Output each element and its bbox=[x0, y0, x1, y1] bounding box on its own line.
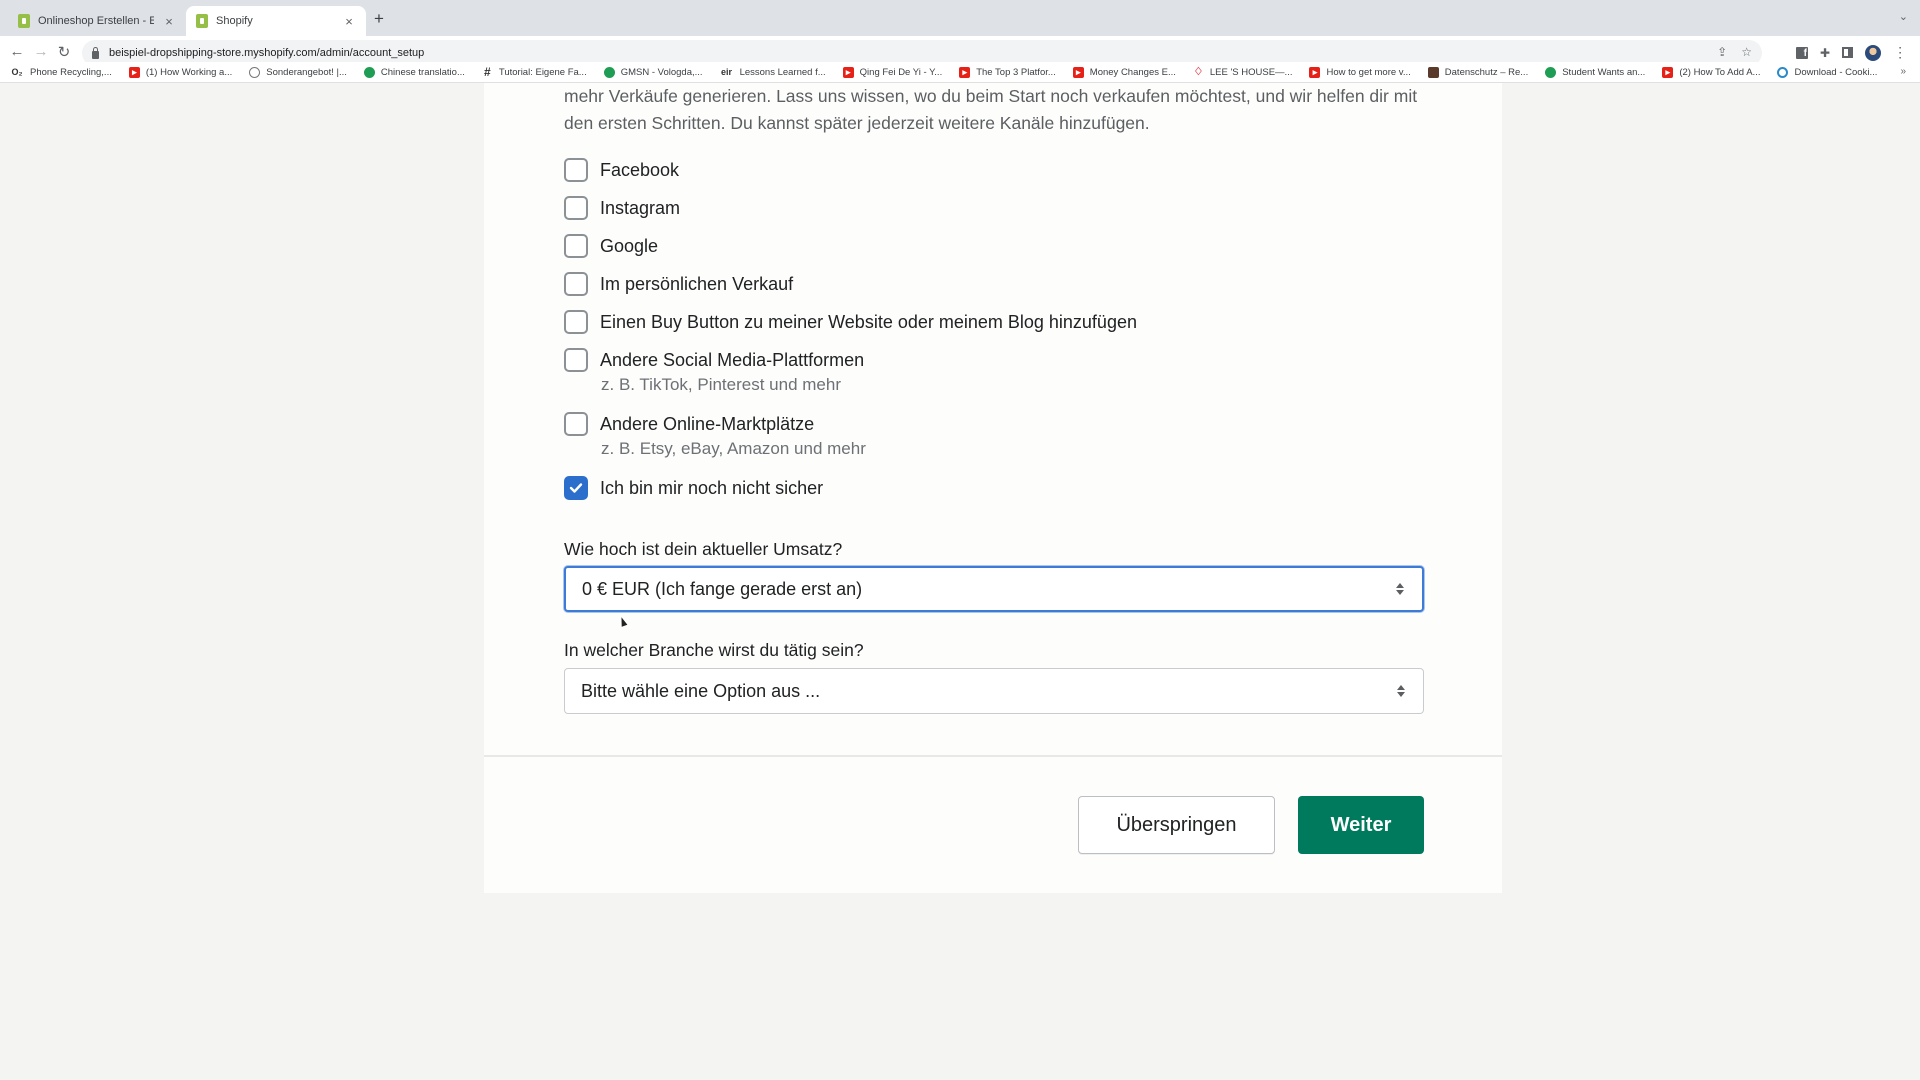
airbnb-icon: ♢ bbox=[1193, 65, 1204, 78]
checkmark-icon bbox=[569, 483, 583, 493]
youtube-icon: ▸ bbox=[128, 66, 140, 78]
upwork-icon bbox=[603, 66, 615, 78]
bookmark-item[interactable]: eir Lessons Learned f... bbox=[720, 67, 826, 78]
bookmark-item[interactable]: GMSN - Vologda,... bbox=[603, 66, 703, 78]
option-buy-button[interactable]: Einen Buy Button zu meiner Website oder … bbox=[564, 303, 1137, 341]
youtube-icon: ▸ bbox=[1662, 66, 1674, 78]
green-circle-icon bbox=[363, 66, 375, 78]
industry-select-placeholder: Bitte wähle eine Option aus ... bbox=[581, 680, 821, 701]
lock-icon bbox=[92, 46, 99, 59]
bookmark-item[interactable]: Chinese translatio... bbox=[363, 66, 465, 78]
extensions-puzzle-icon[interactable]: ✚ bbox=[1820, 46, 1830, 60]
option-label: Instagram bbox=[600, 197, 681, 218]
option-in-person[interactable]: Im persönlichen Verkauf bbox=[564, 265, 1137, 303]
sales-channel-options: Facebook Instagram Google Im persönliche… bbox=[564, 151, 1137, 507]
bookmark-item[interactable]: ▸ (2) How To Add A... bbox=[1662, 66, 1760, 78]
checkbox-checked[interactable] bbox=[564, 476, 588, 500]
industry-label: In welcher Branche wirst du tätig sein? bbox=[564, 640, 864, 660]
circle-check-icon bbox=[249, 66, 261, 78]
text-logo-icon: eir bbox=[721, 66, 733, 77]
bookmarks-overflow-icon[interactable]: » bbox=[1900, 66, 1906, 77]
option-google[interactable]: Google bbox=[564, 227, 1137, 265]
youtube-icon: ▸ bbox=[1072, 66, 1084, 78]
card-body: mehr Verkäufe generieren. Lass uns wisse… bbox=[484, 83, 1502, 755]
checkbox[interactable] bbox=[564, 196, 588, 220]
browser-tab-active[interactable]: Shopify × bbox=[186, 6, 366, 36]
bookmark-item[interactable]: Datenschutz – Re... bbox=[1427, 66, 1528, 78]
checkbox[interactable] bbox=[564, 310, 588, 334]
menu-kebab-icon[interactable]: ⋮ bbox=[1893, 44, 1907, 61]
back-arrow-icon[interactable]: ← bbox=[8, 43, 26, 60]
industry-select[interactable]: Bitte wähle eine Option aus ... bbox=[564, 668, 1424, 714]
tab-title: Shopify bbox=[216, 15, 253, 27]
o2-icon: O₂ bbox=[11, 66, 23, 77]
bookmark-star-icon[interactable]: ☆ bbox=[1741, 45, 1752, 59]
checkbox[interactable] bbox=[564, 234, 588, 258]
share-icon[interactable]: ⇪ bbox=[1717, 45, 1727, 59]
option-other-social[interactable]: Andere Social Media-Plattformen bbox=[564, 341, 1137, 379]
bookmark-item[interactable]: ♢ LEE 'S HOUSE—... bbox=[1193, 65, 1292, 78]
option-label: Im persönlichen Verkauf bbox=[600, 273, 794, 294]
hash-icon: # bbox=[484, 64, 491, 79]
forward-arrow-icon[interactable]: → bbox=[32, 43, 50, 60]
cookie-icon bbox=[1777, 66, 1789, 78]
option-label: Einen Buy Button zu meiner Website oder … bbox=[600, 311, 1137, 332]
facebook-extension-icon[interactable]: f bbox=[1796, 46, 1808, 59]
option-label: Andere Social Media-Plattformen bbox=[600, 349, 865, 370]
bookmark-item[interactable]: ▸ Money Changes E... bbox=[1072, 66, 1176, 78]
url-text[interactable]: beispiel-dropshipping-store.myshopify.co… bbox=[109, 47, 424, 59]
skip-button[interactable]: Überspringen bbox=[1078, 796, 1275, 854]
bookmark-item[interactable]: Sonderangebot! |... bbox=[249, 66, 347, 78]
checkbox[interactable] bbox=[564, 272, 588, 296]
option-facebook[interactable]: Facebook bbox=[564, 151, 1137, 189]
side-panel-icon[interactable] bbox=[1842, 47, 1854, 58]
profile-avatar[interactable] bbox=[1865, 44, 1882, 61]
intro-text: mehr Verkäufe generieren. Lass uns wisse… bbox=[564, 86, 1418, 133]
revenue-select[interactable]: 0 € EUR (Ich fange gerade erst an) bbox=[564, 566, 1424, 612]
new-tab-icon[interactable]: + bbox=[374, 9, 384, 29]
select-arrows-icon bbox=[1397, 685, 1405, 697]
tab-search-chevron-icon[interactable]: ⌄ bbox=[1899, 10, 1908, 23]
bookmark-item[interactable]: ▸ (1) How Working a... bbox=[128, 66, 232, 78]
youtube-icon: ▸ bbox=[842, 66, 854, 78]
option-label: Ich bin mir noch nicht sicher bbox=[600, 477, 824, 498]
account-setup-card: mehr Verkäufe generieren. Lass uns wisse… bbox=[484, 83, 1502, 893]
checkbox[interactable] bbox=[564, 348, 588, 372]
youtube-icon: ▸ bbox=[959, 66, 971, 78]
browser-tab[interactable]: Onlineshop Erstellen - Einfach × bbox=[8, 6, 186, 36]
option-other-marketplaces[interactable]: Andere Online-Marktplätze bbox=[564, 405, 1137, 443]
image-icon bbox=[1427, 66, 1439, 78]
close-tab-icon[interactable]: × bbox=[162, 14, 176, 29]
revenue-label: Wie hoch ist dein aktueller Umsatz? bbox=[564, 539, 843, 559]
browser-tab-bar: Onlineshop Erstellen - Einfach × Shopify… bbox=[0, 0, 1920, 36]
shopify-favicon-icon bbox=[18, 14, 30, 28]
bookmark-item[interactable]: Student Wants an... bbox=[1545, 66, 1645, 78]
bookmarks-bar: O₂ Phone Recycling,... ▸ (1) How Working a… bbox=[0, 62, 1920, 83]
close-tab-icon[interactable]: × bbox=[342, 14, 356, 29]
reload-icon[interactable]: ↻ bbox=[55, 43, 73, 61]
option-label: Google bbox=[600, 235, 659, 256]
footer-divider bbox=[484, 755, 1502, 757]
bookmark-item[interactable]: ▸ Qing Fei De Yi - Y... bbox=[842, 66, 942, 78]
checkbox[interactable] bbox=[564, 158, 588, 182]
youtube-icon: ▸ bbox=[1309, 66, 1321, 78]
bookmark-item[interactable]: O₂ Phone Recycling,... bbox=[10, 67, 112, 78]
option-not-sure[interactable]: Ich bin mir noch nicht sicher bbox=[564, 469, 1137, 507]
bookmark-item[interactable]: # Tutorial: Eigene Fa... bbox=[482, 64, 587, 79]
revenue-select-value: 0 € EUR (Ich fange gerade erst an) bbox=[582, 578, 863, 599]
shopify-favicon-icon bbox=[196, 14, 208, 28]
checkbox[interactable] bbox=[564, 412, 588, 436]
tab-title: Onlineshop Erstellen - Einfach bbox=[38, 15, 154, 27]
option-label: Facebook bbox=[600, 159, 680, 180]
green-circle-icon bbox=[1545, 66, 1557, 78]
bookmark-item[interactable]: ▸ The Top 3 Platfor... bbox=[959, 66, 1056, 78]
next-button[interactable]: Weiter bbox=[1298, 796, 1424, 854]
option-label: Andere Online-Marktplätze bbox=[600, 413, 815, 434]
bookmark-item[interactable]: ▸ How to get more v... bbox=[1309, 66, 1411, 78]
bookmark-item[interactable]: Download - Cooki... bbox=[1777, 66, 1877, 78]
option-instagram[interactable]: Instagram bbox=[564, 189, 1137, 227]
select-arrows-icon bbox=[1396, 583, 1404, 595]
